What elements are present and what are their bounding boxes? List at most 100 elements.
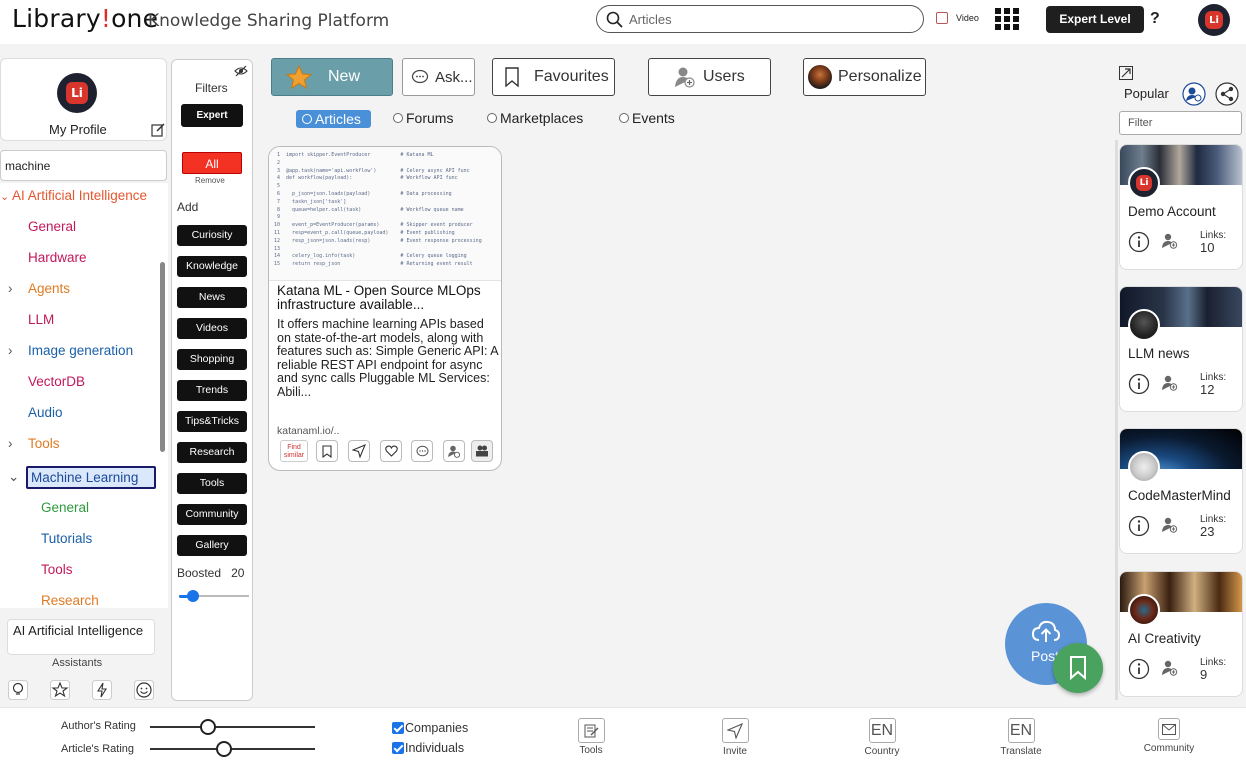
radio-forums[interactable]: Forums: [393, 110, 453, 126]
lightbulb-icon[interactable]: [8, 680, 28, 700]
tree-item-ml-general[interactable]: General: [41, 500, 89, 515]
apps-grid-icon[interactable]: [995, 8, 1019, 30]
bookmarks-fab[interactable]: [1053, 643, 1103, 693]
user-name[interactable]: AI Creativity: [1128, 631, 1201, 646]
expert-filter-button[interactable]: Expert: [181, 104, 243, 127]
user-name[interactable]: CodeMasterMind: [1128, 488, 1231, 503]
article-title[interactable]: Katana ML - Open Source MLOps infrastruc…: [277, 284, 499, 312]
companies-checkbox[interactable]: [392, 722, 404, 734]
lightning-icon[interactable]: [92, 680, 112, 700]
tree-item-llm[interactable]: LLM: [28, 312, 54, 327]
help-button[interactable]: ?: [1150, 10, 1160, 28]
tree-item-agents[interactable]: › Agents: [8, 281, 70, 296]
remove-label[interactable]: Remove: [195, 176, 225, 185]
info-icon[interactable]: [1128, 515, 1150, 537]
tag-community[interactable]: Community: [177, 504, 247, 525]
tag-trends[interactable]: Trends: [177, 380, 247, 401]
find-similar-button[interactable]: Find similar: [280, 440, 308, 462]
footer-tools[interactable]: Tools: [571, 718, 611, 756]
tree-scrollbar[interactable]: [160, 262, 165, 452]
tag-curiosity[interactable]: Curiosity: [177, 225, 247, 246]
video-checkbox[interactable]: [936, 12, 948, 24]
tab-ask[interactable]: Ask...: [402, 58, 475, 96]
tag-tips-tricks[interactable]: Tips&Tricks: [177, 411, 247, 432]
tag-videos[interactable]: Videos: [177, 318, 247, 339]
tree-item-ai[interactable]: ⌄ AI Artificial Intelligence: [0, 188, 147, 203]
article-card[interactable]: 1 import skipper.EventProducer # Katana …: [268, 146, 502, 471]
profile-avatar[interactable]: Li: [57, 73, 97, 113]
right-scrollbar[interactable]: [1115, 140, 1118, 700]
tree-item-tools[interactable]: › Tools: [8, 436, 60, 451]
individuals-checkbox[interactable]: [392, 742, 404, 754]
tree-item-ml-tutorials[interactable]: Tutorials: [41, 531, 92, 546]
tag-tools[interactable]: Tools: [177, 473, 247, 494]
like-button[interactable]: [380, 440, 402, 462]
tab-new[interactable]: New: [271, 58, 393, 96]
author-page-button[interactable]: [471, 440, 493, 462]
tree-item-machine-learning[interactable]: Machine Learning: [26, 466, 156, 489]
info-icon[interactable]: [1128, 231, 1150, 253]
article-url[interactable]: katanaml.io/..: [277, 425, 339, 437]
category-search[interactable]: [0, 150, 167, 181]
tree-item-ml-research[interactable]: Research: [41, 593, 99, 608]
tree-item-audio[interactable]: Audio: [28, 405, 63, 420]
share-button[interactable]: [348, 440, 370, 462]
user-name[interactable]: LLM news: [1128, 346, 1190, 361]
slider-knob[interactable]: [216, 741, 233, 757]
tag-research[interactable]: Research: [177, 442, 247, 463]
tag-gallery[interactable]: Gallery: [177, 535, 247, 556]
follow-user-icon[interactable]: [1162, 375, 1178, 391]
search-bar[interactable]: [596, 5, 924, 33]
tab-users[interactable]: Users: [648, 58, 771, 96]
slider-knob[interactable]: [187, 590, 199, 602]
expert-level-button[interactable]: Expert Level: [1046, 6, 1144, 33]
user-name[interactable]: Demo Account: [1128, 204, 1216, 219]
add-user-circle-icon[interactable]: [1182, 82, 1206, 106]
smiley-icon[interactable]: [134, 680, 154, 700]
share-icon[interactable]: [1215, 82, 1239, 106]
chevron-down-icon[interactable]: ⌄: [8, 469, 19, 485]
follow-user-icon[interactable]: [1162, 517, 1178, 533]
star-icon[interactable]: [50, 680, 70, 700]
author-rating-slider[interactable]: [150, 719, 315, 735]
info-icon[interactable]: [1128, 373, 1150, 395]
tree-item-image-generation[interactable]: › Image generation: [8, 343, 133, 358]
app-logo[interactable]: Library!one: [12, 4, 158, 33]
search-input[interactable]: [629, 10, 909, 29]
footer-translate[interactable]: EN Translate: [996, 718, 1046, 757]
tag-shopping[interactable]: Shopping: [177, 349, 247, 370]
radio-articles[interactable]: Articles: [296, 110, 371, 128]
footer-community[interactable]: Community: [1137, 718, 1201, 754]
follow-user-icon[interactable]: [1162, 233, 1178, 249]
tree-item-hardware[interactable]: Hardware: [28, 250, 87, 265]
footer-country[interactable]: EN Country: [857, 718, 907, 757]
tree-item-general[interactable]: General: [28, 219, 76, 234]
popular-filter-input[interactable]: [1128, 117, 1238, 129]
user-avatar[interactable]: Li: [1198, 4, 1230, 36]
comment-button[interactable]: [411, 440, 433, 462]
follow-user-icon[interactable]: [1162, 660, 1178, 676]
tree-item-ml-tools[interactable]: Tools: [41, 562, 73, 577]
radio-events[interactable]: Events: [619, 110, 675, 126]
tree-item-vectordb[interactable]: VectorDB: [28, 374, 85, 389]
user-card-llm-news[interactable]: LLM news Links: 12: [1119, 286, 1243, 412]
tab-favourites[interactable]: Favourites: [492, 58, 615, 96]
tag-knowledge[interactable]: Knowledge: [177, 256, 247, 277]
follow-author-button[interactable]: [443, 440, 465, 462]
article-rating-slider[interactable]: [150, 741, 315, 757]
edit-icon[interactable]: [151, 123, 165, 137]
radio-marketplaces[interactable]: Marketplaces: [487, 110, 583, 126]
user-card-demo-account[interactable]: Li Demo Account Links: 10: [1119, 144, 1243, 270]
expand-icon[interactable]: [1119, 66, 1133, 80]
category-search-input[interactable]: [5, 159, 155, 173]
footer-invite[interactable]: Invite: [715, 718, 755, 757]
article-thumbnail[interactable]: 1 import skipper.EventProducer # Katana …: [269, 147, 501, 281]
all-filter-button[interactable]: All: [182, 152, 242, 174]
tag-news[interactable]: News: [177, 287, 247, 308]
popular-filter[interactable]: [1119, 111, 1242, 135]
bookmark-button[interactable]: [316, 440, 338, 462]
my-profile-label[interactable]: My Profile: [49, 122, 107, 137]
tab-personalize[interactable]: Personalize: [803, 58, 926, 96]
assistant-selector[interactable]: AI Artificial Intelligence: [7, 619, 155, 655]
boosted-slider[interactable]: [179, 590, 249, 602]
